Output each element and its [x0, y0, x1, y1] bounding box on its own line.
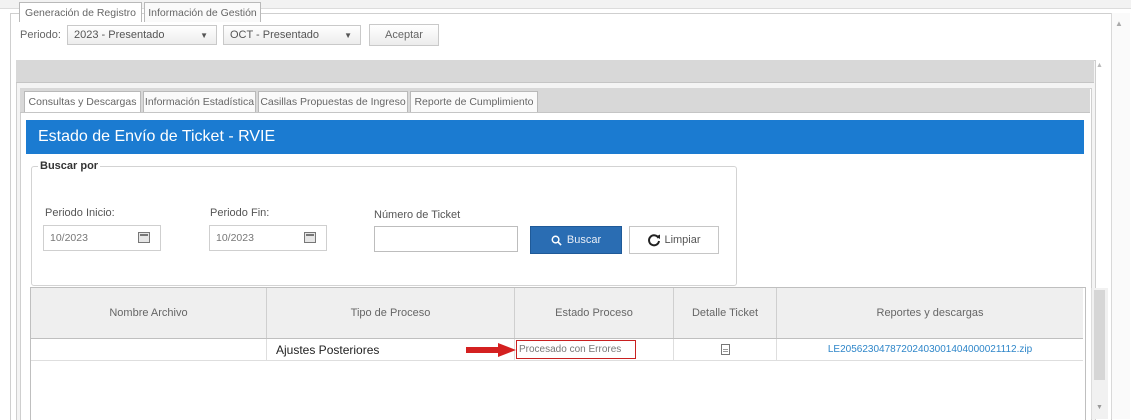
calendar-icon[interactable]	[138, 232, 150, 243]
status-highlight-box	[516, 340, 636, 359]
search-button[interactable]: Buscar	[530, 226, 622, 254]
year-select[interactable]: 2023 - Presentado ▼	[66, 25, 217, 45]
period-label: Periodo:	[20, 29, 61, 41]
calendar-icon[interactable]	[304, 232, 316, 243]
start-period-label: Periodo Inicio:	[45, 207, 115, 219]
accept-button[interactable]: Aceptar	[368, 24, 439, 46]
start-period-value: 10/2023	[50, 232, 88, 244]
scroll-up-icon[interactable]: ▲	[1115, 19, 1123, 28]
column-header-downloads: Reportes y descargas	[876, 307, 984, 319]
column-header-process-type: Tipo de Proceso	[267, 288, 515, 338]
month-select-value: OCT - Presentado	[229, 29, 320, 41]
chevron-down-icon: ▼	[200, 31, 208, 40]
cell-ticket-detail	[674, 339, 777, 361]
column-header-file-name: Nombre Archivo	[31, 288, 267, 338]
chevron-down-icon: ▼	[344, 31, 352, 40]
column-header-ticket-detail: Detalle Ticket	[674, 288, 777, 338]
end-period-label: Periodo Fin:	[210, 207, 270, 219]
tab-reporte-cumplimiento[interactable]: Reporte de Cumplimiento	[410, 91, 538, 112]
column-header-process-status: Estado Proceso	[515, 288, 674, 338]
tab-generacion-registro[interactable]: Generación de Registro	[19, 2, 142, 22]
scroll-down-icon[interactable]: ▼	[1096, 404, 1103, 411]
tab-informacion-estadistica[interactable]: Información Estadística	[143, 91, 256, 112]
search-icon	[551, 235, 562, 246]
refresh-icon	[648, 234, 661, 247]
tab-informacion-gestion[interactable]: Información de Gestión	[144, 2, 261, 22]
grid-scroll-thumb[interactable]	[1094, 290, 1105, 380]
panel-scroll-up-icon[interactable]: ▲	[1096, 62, 1103, 69]
download-link[interactable]: LE20562304787202403001404000021112.zip	[777, 339, 1083, 361]
cell-file-name	[31, 339, 267, 361]
clear-button[interactable]: Limpiar	[629, 226, 719, 254]
document-icon[interactable]	[720, 344, 730, 355]
clear-button-label: Limpiar	[664, 234, 701, 246]
month-select[interactable]: OCT - Presentado ▼	[222, 25, 361, 45]
highlight-arrow-icon	[466, 343, 516, 357]
search-legend: Buscar por	[38, 160, 101, 172]
section-title: Estado de Envío de Ticket - RVIE	[26, 120, 1084, 154]
period-row: Periodo: 2023 - Presentado ▼ OCT - Prese…	[20, 24, 439, 46]
end-period-value: 10/2023	[216, 232, 254, 244]
ticket-number-label: Número de Ticket	[374, 209, 461, 221]
outer-tab-bar	[16, 60, 1094, 83]
year-select-value: 2023 - Presentado	[73, 29, 165, 41]
ticket-number-input[interactable]	[374, 226, 518, 252]
tab-casillas-propuestas[interactable]: Casillas Propuestas de Ingreso	[258, 91, 408, 112]
page-scrollbar[interactable]: ▲	[1111, 13, 1130, 419]
grid-scrollbar[interactable]: ▼	[1091, 288, 1108, 419]
tab-consultas-descargas[interactable]: Consultas y Descargas	[24, 91, 141, 112]
search-button-label: Buscar	[566, 234, 602, 246]
